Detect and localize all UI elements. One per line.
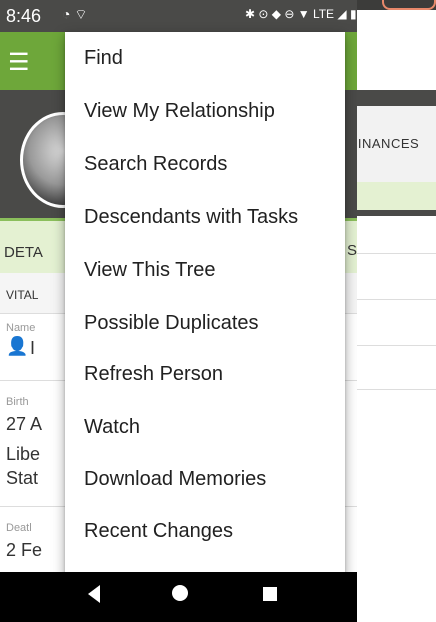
birth-date[interactable]: 27 A (6, 414, 42, 435)
death-label: Deatl (6, 522, 32, 534)
death-date[interactable]: 2 Fe (6, 540, 42, 561)
row-divider-right (357, 345, 436, 346)
status-bar: 8:46 ◔ ⌔ ✱ ⊙ ◆ ⊖ ▼ LTE ◢ ▮ (0, 0, 357, 32)
menu-item-download-memories[interactable]: Download Memories (84, 468, 266, 491)
tab-sources[interactable]: S (347, 242, 357, 259)
person-icon: 👤 (6, 336, 29, 356)
menu-item-possible-duplicates[interactable]: Possible Duplicates (84, 312, 259, 335)
back-triangle-icon[interactable] (88, 585, 100, 603)
menu-item-descendants-with-tasks[interactable]: Descendants with Tasks (84, 206, 298, 229)
menu-item-view-my-relationship[interactable]: View My Relationship (84, 100, 275, 123)
menu-item-find[interactable]: Find (84, 47, 123, 70)
birth-place-line2[interactable]: Stat (6, 468, 38, 489)
name-value[interactable]: I (30, 338, 35, 359)
name-label: Name (6, 322, 36, 334)
ordinances-tab-label: DINANCES (348, 136, 420, 151)
notification-icons: ◔ ⌔ (62, 6, 88, 22)
recent-square-icon[interactable] (263, 587, 277, 601)
menu-item-watch[interactable]: Watch (84, 416, 140, 439)
hamburger-icon[interactable]: ☰ (8, 48, 30, 77)
system-status-icons: ✱ ⊙ ◆ ⊖ ▼ LTE ◢ ▮ (245, 7, 357, 21)
phone-screen: 8:46 ◔ ⌔ ✱ ⊙ ◆ ⊖ ▼ LTE ◢ ▮ ☰ DETA S VITA… (0, 0, 357, 622)
status-time: 8:46 (6, 6, 42, 26)
birth-label: Birth (6, 396, 29, 408)
tab-strip-right (345, 182, 436, 210)
overflow-menu: Find View My Relationship Search Records… (65, 32, 345, 580)
home-circle-icon[interactable] (172, 585, 188, 601)
row-divider-right (357, 299, 436, 300)
row-divider-right (357, 389, 436, 390)
menu-item-recent-changes[interactable]: Recent Changes (84, 520, 233, 543)
menu-item-view-this-tree[interactable]: View This Tree (84, 259, 216, 282)
vital-label: VITAL (6, 288, 39, 302)
menu-item-search-records[interactable]: Search Records (84, 153, 227, 176)
tab-details[interactable]: DETA (4, 244, 43, 261)
row-divider-right (357, 253, 436, 254)
birth-place-line1[interactable]: Libe (6, 444, 40, 465)
background-pill (382, 0, 436, 10)
menu-item-refresh-person[interactable]: Refresh Person (84, 363, 223, 386)
